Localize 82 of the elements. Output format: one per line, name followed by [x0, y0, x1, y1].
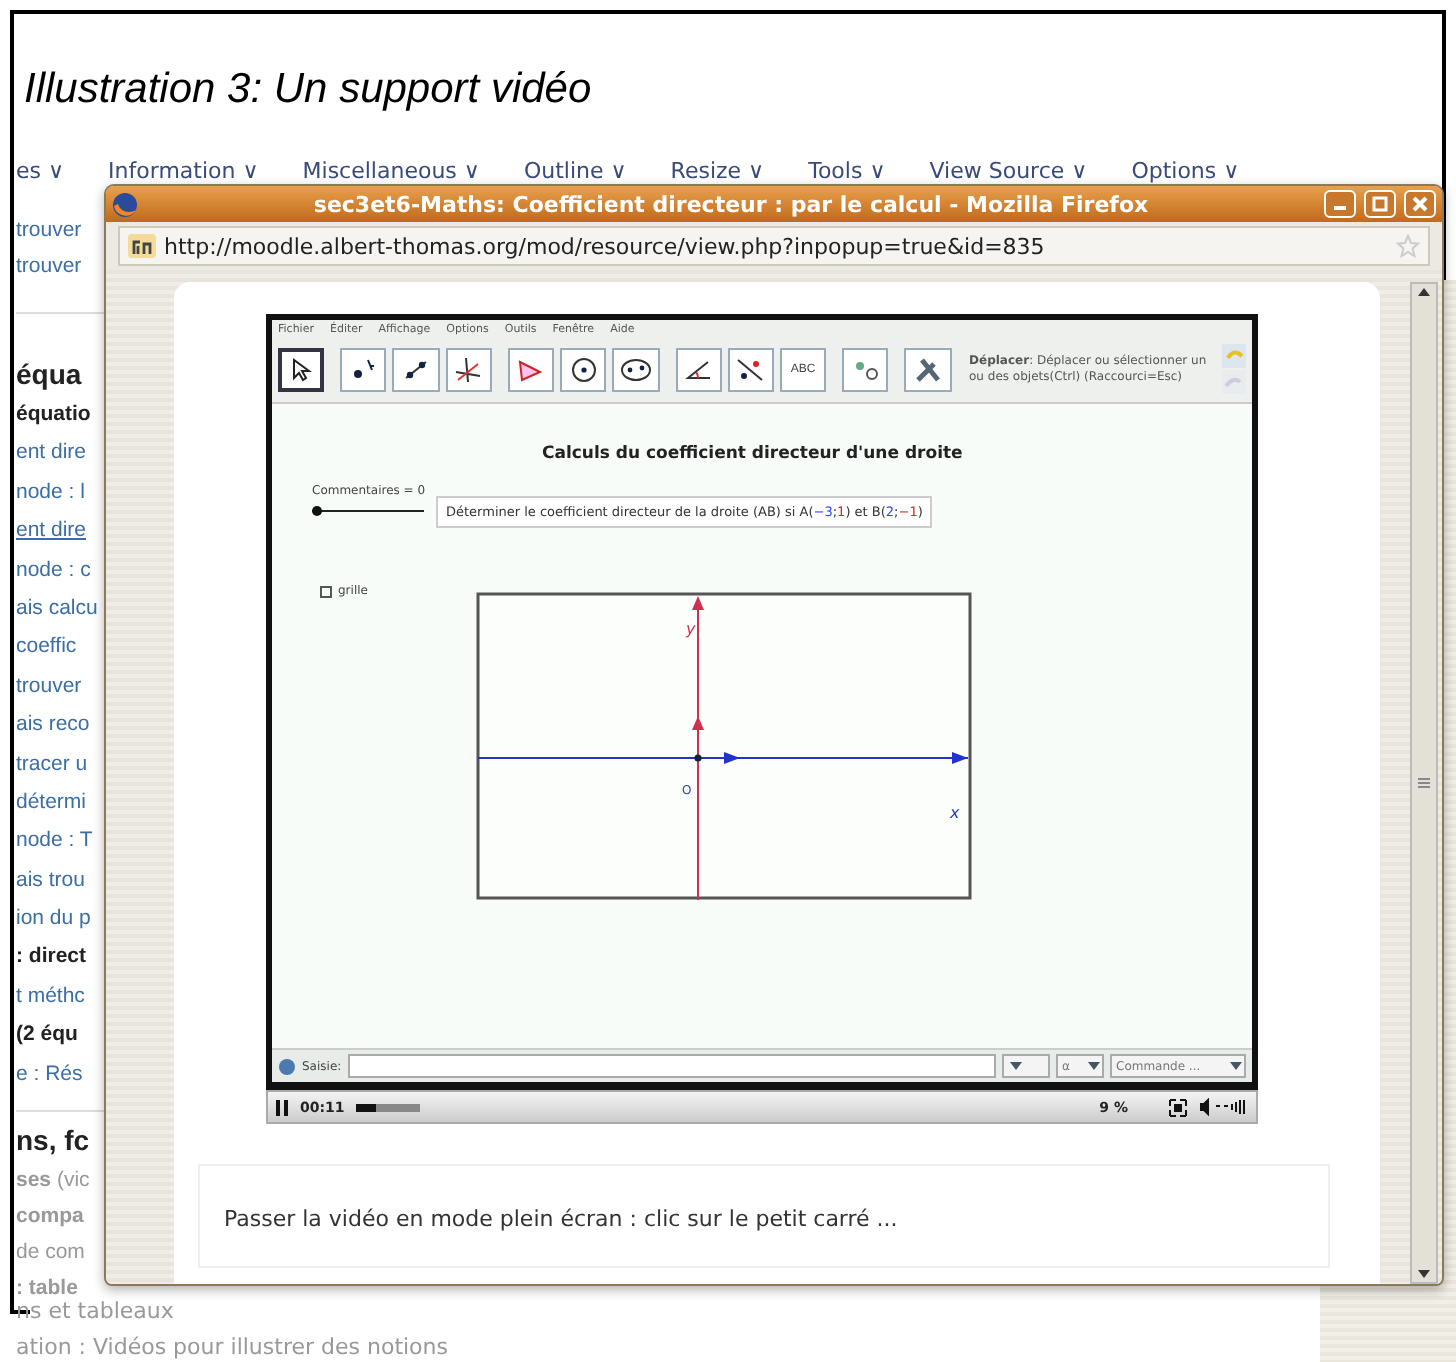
menu-item[interactable]: Miscellaneous ∨ [302, 160, 480, 184]
site-icon [128, 234, 156, 258]
course-link[interactable]: e : Rés [16, 1055, 83, 1095]
scroll-up-icon[interactable] [1416, 284, 1432, 300]
course-label: ses (vic [16, 1166, 90, 1197]
course-link[interactable]: ent dire [16, 512, 87, 552]
tool-button[interactable] [445, 347, 492, 391]
menu-item[interactable]: Information ∨ [108, 160, 259, 184]
browser-logo-icon [112, 191, 138, 217]
figure-caption: Illustration 3: Un support vidéo [22, 64, 594, 116]
tool-button[interactable] [727, 347, 774, 391]
origin-point [694, 754, 702, 762]
maximize-icon [1372, 196, 1388, 212]
tool-button[interactable] [392, 347, 440, 391]
pause-icon[interactable] [276, 1099, 288, 1115]
help-icon[interactable] [278, 1057, 296, 1075]
star-icon[interactable] [1396, 234, 1420, 258]
input-field[interactable] [347, 1054, 996, 1078]
tool-button[interactable] [612, 347, 659, 391]
course-link[interactable]: trouver [16, 667, 82, 707]
course-link[interactable]: détermi [16, 783, 87, 823]
volume-icon[interactable] [1200, 1098, 1248, 1116]
course-label: compa [16, 1202, 84, 1233]
axis-label: y [686, 620, 696, 638]
triangle-icon [516, 357, 545, 381]
grid-checkbox[interactable] [320, 585, 332, 597]
course-label: (2 équ [16, 1020, 78, 1051]
fullscreen-icon[interactable] [1168, 1097, 1188, 1117]
scroll-grip-icon [1418, 778, 1430, 788]
course-link[interactable]: node : c [16, 551, 91, 590]
construction-title: Calculs du coefficient directeur d'une droite [542, 444, 963, 464]
url-text: http://moodle.albert-thomas.org/mod/resource/view.php?inpopup=true&id=835 [164, 233, 1047, 259]
course-link[interactable]: ent dire [16, 434, 87, 474]
window-title: sec3et6-Maths: Coefficient directeur : par le calcul - Mozilla Firefox [311, 191, 1151, 217]
circle-icon [569, 355, 598, 383]
minimize-button[interactable] [1324, 190, 1356, 218]
scroll-bar[interactable] [1410, 282, 1438, 1284]
line-icon [402, 357, 431, 381]
course-link[interactable]: ais trou [16, 861, 85, 901]
reflection-icon [736, 357, 765, 381]
point-icon [349, 357, 378, 381]
tool-button[interactable] [675, 347, 722, 391]
menu-item[interactable]: View Source ∨ [929, 160, 1088, 184]
angle-icon [684, 357, 713, 381]
course-link[interactable]: ais reco [16, 706, 90, 746]
course-label: de com [16, 1238, 85, 1269]
ellipse-icon [619, 357, 652, 381]
cursor-icon [291, 357, 312, 381]
axis-label: x [950, 804, 960, 822]
course-link[interactable]: node : T [16, 822, 93, 862]
tool-button[interactable] [278, 347, 325, 391]
course-link[interactable]: trouver [16, 212, 82, 248]
course-label: ation : Vidéos pour illustrer des notions [16, 1332, 448, 1362]
course-link[interactable]: ion du p [16, 900, 91, 939]
menu-item[interactable]: es ∨ [16, 160, 65, 184]
dropdown[interactable] [1002, 1054, 1050, 1078]
address-bar[interactable]: http://moodle.albert-thomas.org/mod/resource/view.php?inpopup=true&id=835 [118, 226, 1430, 266]
menu-item[interactable]: Options ∨ [1131, 160, 1240, 184]
scroll-down-icon[interactable] [1416, 1266, 1432, 1282]
close-button[interactable] [1404, 190, 1436, 218]
progress-bar[interactable] [356, 1103, 421, 1111]
section-heading: ns, fc [16, 1122, 90, 1161]
course-link[interactable]: tracer u [16, 745, 88, 784]
tool-button[interactable] [560, 347, 607, 391]
maximize-button[interactable] [1364, 190, 1396, 218]
section-heading: équa [16, 356, 82, 394]
course-label: : table [16, 1274, 78, 1302]
menu-item[interactable]: Outline ∨ [523, 160, 627, 184]
tool-button[interactable] [340, 347, 387, 391]
course-link[interactable]: t méthc [16, 977, 85, 1017]
note-text: Passer la vidéo en mode plein écran : clic sur le petit carré ... [198, 1164, 1330, 1268]
course-label: : direct [16, 942, 87, 973]
course-link[interactable]: trouver [16, 248, 82, 284]
close-icon [1412, 196, 1428, 212]
course-link[interactable]: node : l [16, 473, 85, 513]
menu-item[interactable]: Resize ∨ [670, 160, 765, 184]
course-label: ns et tableaux [16, 1296, 176, 1328]
menu-item[interactable]: Tools ∨ [808, 160, 886, 184]
course-link[interactable]: ais calcu [16, 589, 98, 629]
course-label: équatio [16, 400, 91, 430]
course-link[interactable]: coeffic [16, 628, 77, 668]
perpendicular-lines-icon [454, 355, 483, 383]
